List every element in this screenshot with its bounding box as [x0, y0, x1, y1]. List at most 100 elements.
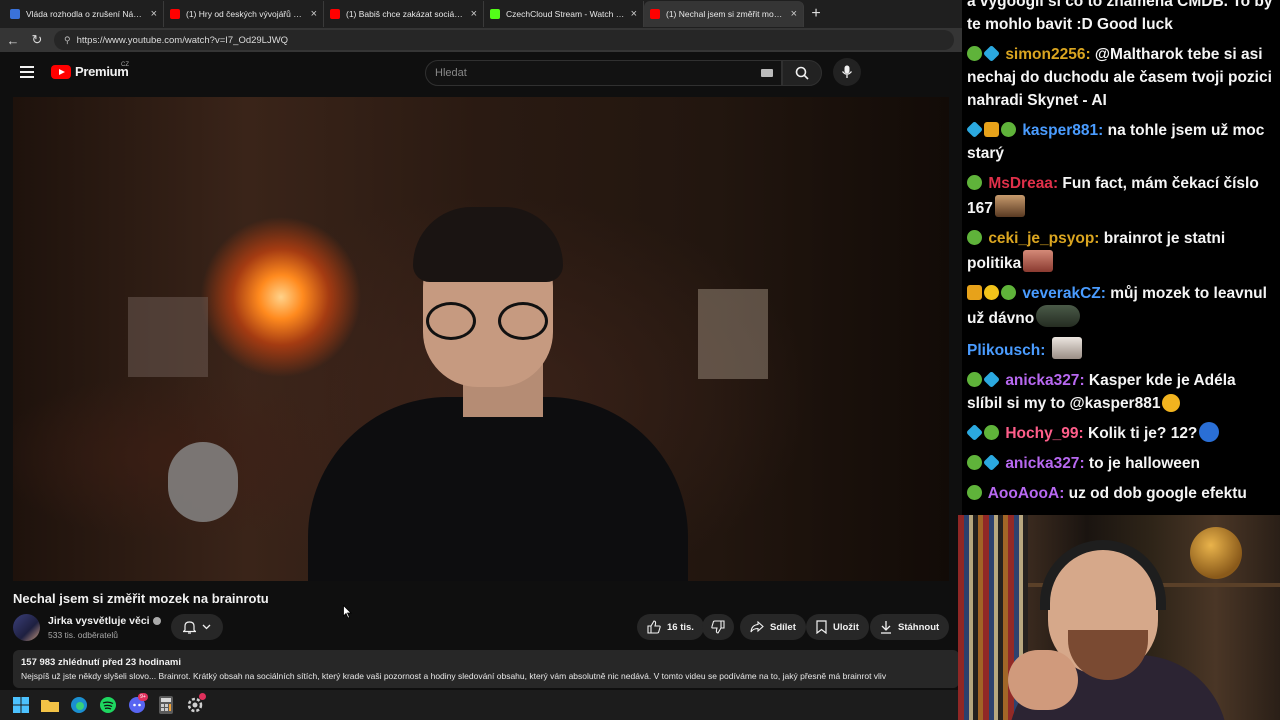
background-poster: [128, 297, 208, 377]
chat-message: MsDreaa: Fun fact, mám čekací číslo 167: [967, 172, 1275, 220]
microphone-icon: [841, 65, 853, 78]
hamburger-menu-icon[interactable]: [20, 66, 34, 78]
laughing-emoji-icon: [1162, 394, 1181, 412]
tab-close-icon[interactable]: ×: [631, 8, 637, 20]
chat-username[interactable]: AooAooA: [988, 485, 1059, 502]
browser-tab-active[interactable]: (1) Nechal jsem si změřit mozek n ×: [644, 1, 804, 27]
youtube-logo[interactable]: Premium: [51, 64, 129, 79]
back-arrow-icon[interactable]: ←: [6, 33, 20, 48]
browser-tab[interactable]: CzechCloud Stream - Watch Live o ×: [484, 1, 644, 27]
subscriber-badge-icon: [967, 372, 982, 387]
subscriber-badge-icon: [967, 175, 982, 190]
browser-tab-bar: Vláda rozhodla o zrušení Národ × (1) Hry…: [0, 0, 962, 28]
chat-message: Hochy_99: Kolik ti je? 12?: [966, 422, 1275, 445]
edge-browser-icon[interactable]: [70, 696, 88, 714]
creature-emote-icon: [1036, 305, 1081, 327]
subscriber-badge-icon: [984, 425, 999, 440]
url-field[interactable]: ⚲ https://www.youtube.com/watch?v=I7_Od2…: [54, 30, 954, 50]
tab-label: Vláda rozhodla o zrušení Národ: [26, 9, 145, 19]
voice-search-button[interactable]: [833, 58, 861, 86]
chat-username[interactable]: ceki_je_psyop: [988, 230, 1094, 247]
youtube-header: Premium CZ Hledat: [0, 52, 962, 94]
country-code: CZ: [121, 62, 129, 68]
discord-notification-badge: 9+: [138, 693, 148, 701]
chat-username[interactable]: veverakCZ: [1022, 285, 1100, 302]
url-text: https://www.youtube.com/watch?v=I7_Od29L…: [76, 34, 289, 46]
diamond-badge-icon: [983, 454, 1000, 471]
globe: [1190, 527, 1242, 579]
settings-notification-dot: [199, 693, 206, 700]
chat-username[interactable]: kasper881: [1022, 122, 1098, 139]
subscriber-badge-icon: [967, 455, 982, 470]
chat-message: veverakCZ: můj mozek to leavnul už dávno: [967, 282, 1275, 330]
description-box[interactable]: 157 983 zhlédnutí před 23 hodinami Nejsp…: [13, 650, 959, 688]
channel-avatar[interactable]: [13, 614, 40, 641]
chat-username[interactable]: simon2256: [1005, 46, 1085, 63]
windows-taskbar: 9+: [0, 690, 962, 720]
chat-message-text: a vygoogli si co to znamená CMDB. To by …: [967, 0, 1273, 33]
stream-chat: a vygoogli si co to znamená CMDB. To by …: [962, 0, 1280, 515]
chat-message: AooAooA: uz od dob google efektu: [967, 482, 1275, 505]
search-button[interactable]: [782, 60, 822, 86]
chat-colon: :: [1040, 342, 1050, 359]
streamer-hand: [1008, 650, 1078, 710]
chat-message: anicka327: Kasper kde je Adéla slíbil si…: [967, 369, 1275, 415]
chat-username[interactable]: anicka327: [1005, 455, 1079, 472]
chat-colon: :: [1059, 485, 1069, 502]
tab-label: CzechCloud Stream - Watch Live o: [506, 9, 625, 19]
screen: Vláda rozhodla o zrušení Národ × (1) Hry…: [0, 0, 1280, 720]
browser-tab[interactable]: (1) Babiš chce zakázat sociální sítě ×: [324, 1, 484, 27]
streamer-webcam: [958, 515, 1280, 720]
keyboard-icon[interactable]: [761, 69, 773, 77]
subscriber-badge-icon: [1001, 285, 1016, 300]
download-button[interactable]: Stáhnout: [870, 614, 950, 640]
chat-message-text: Kolik ti je? 12?: [1088, 425, 1198, 442]
description-text: Nejspíš už jste někdy slyšeli slovo... B…: [21, 671, 887, 681]
tab-label: (1) Hry od českých vývojářů dobýv: [186, 9, 305, 19]
chat-username[interactable]: MsDreaa: [988, 175, 1053, 192]
file-explorer-icon[interactable]: [41, 696, 59, 714]
browser-tab[interactable]: (1) Hry od českých vývojářů dobýv ×: [164, 1, 324, 27]
search-input[interactable]: Hledat: [425, 60, 782, 86]
tab-close-icon[interactable]: ×: [151, 8, 157, 20]
subscriber-badge-icon: [1001, 122, 1016, 137]
view-count-date: 157 983 zhlédnutí před 23 hodinami: [21, 657, 181, 668]
headphones-icon: [1040, 540, 1166, 610]
calculator-icon[interactable]: [157, 696, 175, 714]
chat-colon: :: [1052, 175, 1063, 192]
tab-favicon-icon: [490, 9, 500, 19]
bell-icon: [183, 621, 196, 634]
new-tab-button[interactable]: +: [804, 5, 828, 23]
chat-message: ceki_je_psyop: brainrot je statni politi…: [967, 227, 1275, 275]
channel-name[interactable]: Jirka vysvětluje věci: [48, 615, 161, 627]
tab-close-icon[interactable]: ×: [471, 8, 477, 20]
chat-message: anicka327: to je halloween: [967, 452, 1275, 475]
windows-start-icon[interactable]: [12, 696, 30, 714]
reload-icon[interactable]: ↻: [30, 32, 44, 48]
save-button[interactable]: Uložit: [806, 614, 869, 640]
presenter-glasses: [426, 302, 551, 340]
chat-username[interactable]: anicka327: [1005, 372, 1079, 389]
blue-emoji-icon: [1199, 422, 1220, 442]
face-emote-icon: [994, 195, 1025, 217]
tab-close-icon[interactable]: ×: [791, 8, 797, 20]
discord-icon[interactable]: 9+: [128, 693, 148, 714]
tab-close-icon[interactable]: ×: [311, 8, 317, 20]
tab-favicon-icon: [10, 9, 20, 19]
share-button[interactable]: Sdílet: [740, 614, 806, 640]
chat-username[interactable]: Hochy_99: [1005, 425, 1078, 442]
video-title: Nechal jsem si změřit mozek na brainrotu: [13, 591, 269, 606]
verified-check-icon: [152, 617, 161, 626]
chat-username[interactable]: Plikousch: [967, 342, 1040, 359]
settings-icon[interactable]: [186, 693, 206, 714]
spotify-icon[interactable]: [99, 696, 117, 714]
notification-bell-button[interactable]: [171, 614, 223, 640]
like-button[interactable]: 16 tis.: [637, 614, 704, 640]
mouse-cursor-icon: [343, 605, 352, 619]
site-info-icon[interactable]: ⚲: [64, 35, 71, 46]
browser-tab[interactable]: Vláda rozhodla o zrušení Národ ×: [4, 1, 164, 27]
channel-action-row: Jirka vysvětluje věci 533 tis. odběratel…: [13, 612, 953, 642]
search-icon: [795, 66, 809, 80]
dislike-button[interactable]: [702, 614, 734, 640]
video-player[interactable]: [13, 97, 949, 581]
